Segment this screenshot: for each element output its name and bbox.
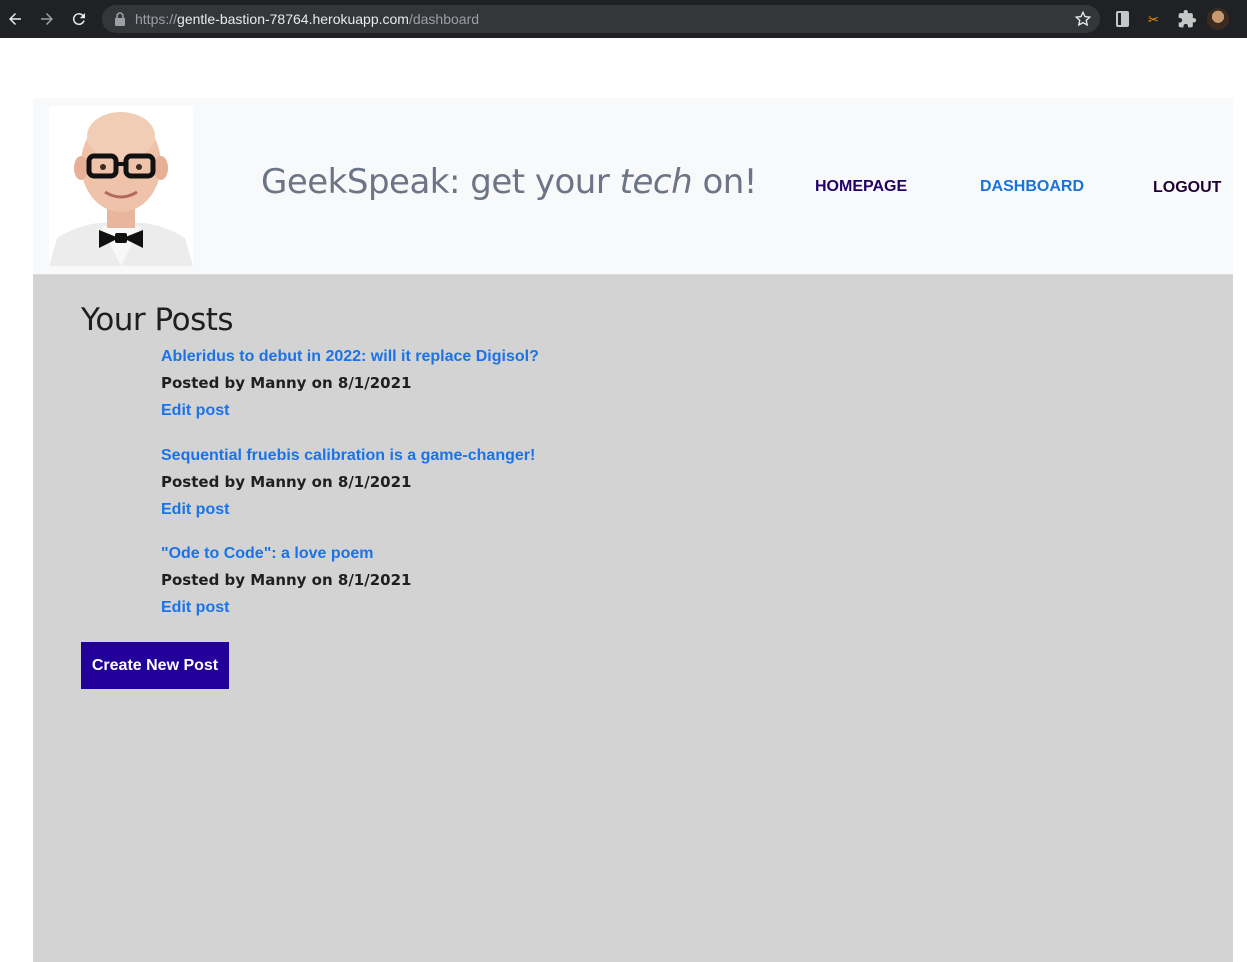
- reload-icon[interactable]: [68, 8, 90, 30]
- back-arrow-icon[interactable]: [4, 8, 26, 30]
- site-title-emphasis: tech: [619, 162, 693, 202]
- site-header: GeekSpeak: get your tech on! HOMEPAGE DA…: [33, 98, 1233, 275]
- nav-dashboard-link[interactable]: DASHBOARD: [980, 178, 1084, 196]
- site-title-suffix: on!: [692, 162, 757, 202]
- url-scheme: https://: [135, 11, 178, 27]
- lock-icon: [115, 12, 125, 26]
- post-meta: Posted by Manny on 8/1/2021: [161, 374, 412, 392]
- post-title-link[interactable]: "Ode to Code": a love poem: [161, 545, 861, 563]
- dashboard-main: Your Posts Ableridus to debut in 2022: w…: [33, 275, 1233, 962]
- url-text: https://gentle-bastion-78764.herokuapp.c…: [135, 11, 479, 27]
- svg-text:✂: ✂: [1148, 13, 1159, 28]
- post-item: "Ode to Code": a love poem Posted by Man…: [161, 545, 861, 617]
- site-title: GeekSpeak: get your tech on!: [261, 162, 757, 202]
- url-host: gentle-bastion-78764.herokuapp.com: [177, 11, 409, 27]
- nav-homepage-link[interactable]: HOMEPAGE: [815, 178, 907, 196]
- post-item: Ableridus to debut in 2022: will it repl…: [161, 348, 861, 420]
- profile-avatar-icon[interactable]: [1207, 8, 1229, 30]
- create-new-post-button[interactable]: Create New Post: [81, 642, 229, 689]
- post-meta: Posted by Manny on 8/1/2021: [161, 571, 412, 589]
- post-title-link[interactable]: Sequential fruebis calibration is a game…: [161, 447, 861, 465]
- post-meta: Posted by Manny on 8/1/2021: [161, 473, 412, 491]
- site-title-prefix: GeekSpeak: get your: [261, 162, 620, 202]
- page-title: Your Posts: [81, 302, 234, 338]
- url-path: /dashboard: [408, 11, 480, 27]
- browser-toolbar: https://gentle-bastion-78764.herokuapp.c…: [0, 0, 1247, 38]
- nav-logout-link[interactable]: LOGOUT: [1153, 179, 1221, 197]
- edit-post-link[interactable]: Edit post: [161, 402, 861, 420]
- edit-post-link[interactable]: Edit post: [161, 501, 861, 519]
- extension-icon[interactable]: [1113, 9, 1133, 29]
- post-title-link[interactable]: Ableridus to debut in 2022: will it repl…: [161, 348, 861, 366]
- edit-post-link[interactable]: Edit post: [161, 599, 861, 617]
- post-item: Sequential fruebis calibration is a game…: [161, 447, 861, 519]
- forward-arrow-icon[interactable]: [36, 8, 58, 30]
- extension-icon[interactable]: ✂: [1145, 9, 1165, 29]
- address-bar[interactable]: https://gentle-bastion-78764.herokuapp.c…: [102, 5, 1100, 33]
- logo-image: [49, 106, 193, 266]
- page: GeekSpeak: get your tech on! HOMEPAGE DA…: [33, 98, 1233, 962]
- bookmark-star-icon[interactable]: [1074, 10, 1092, 28]
- puzzle-icon[interactable]: [1177, 9, 1197, 29]
